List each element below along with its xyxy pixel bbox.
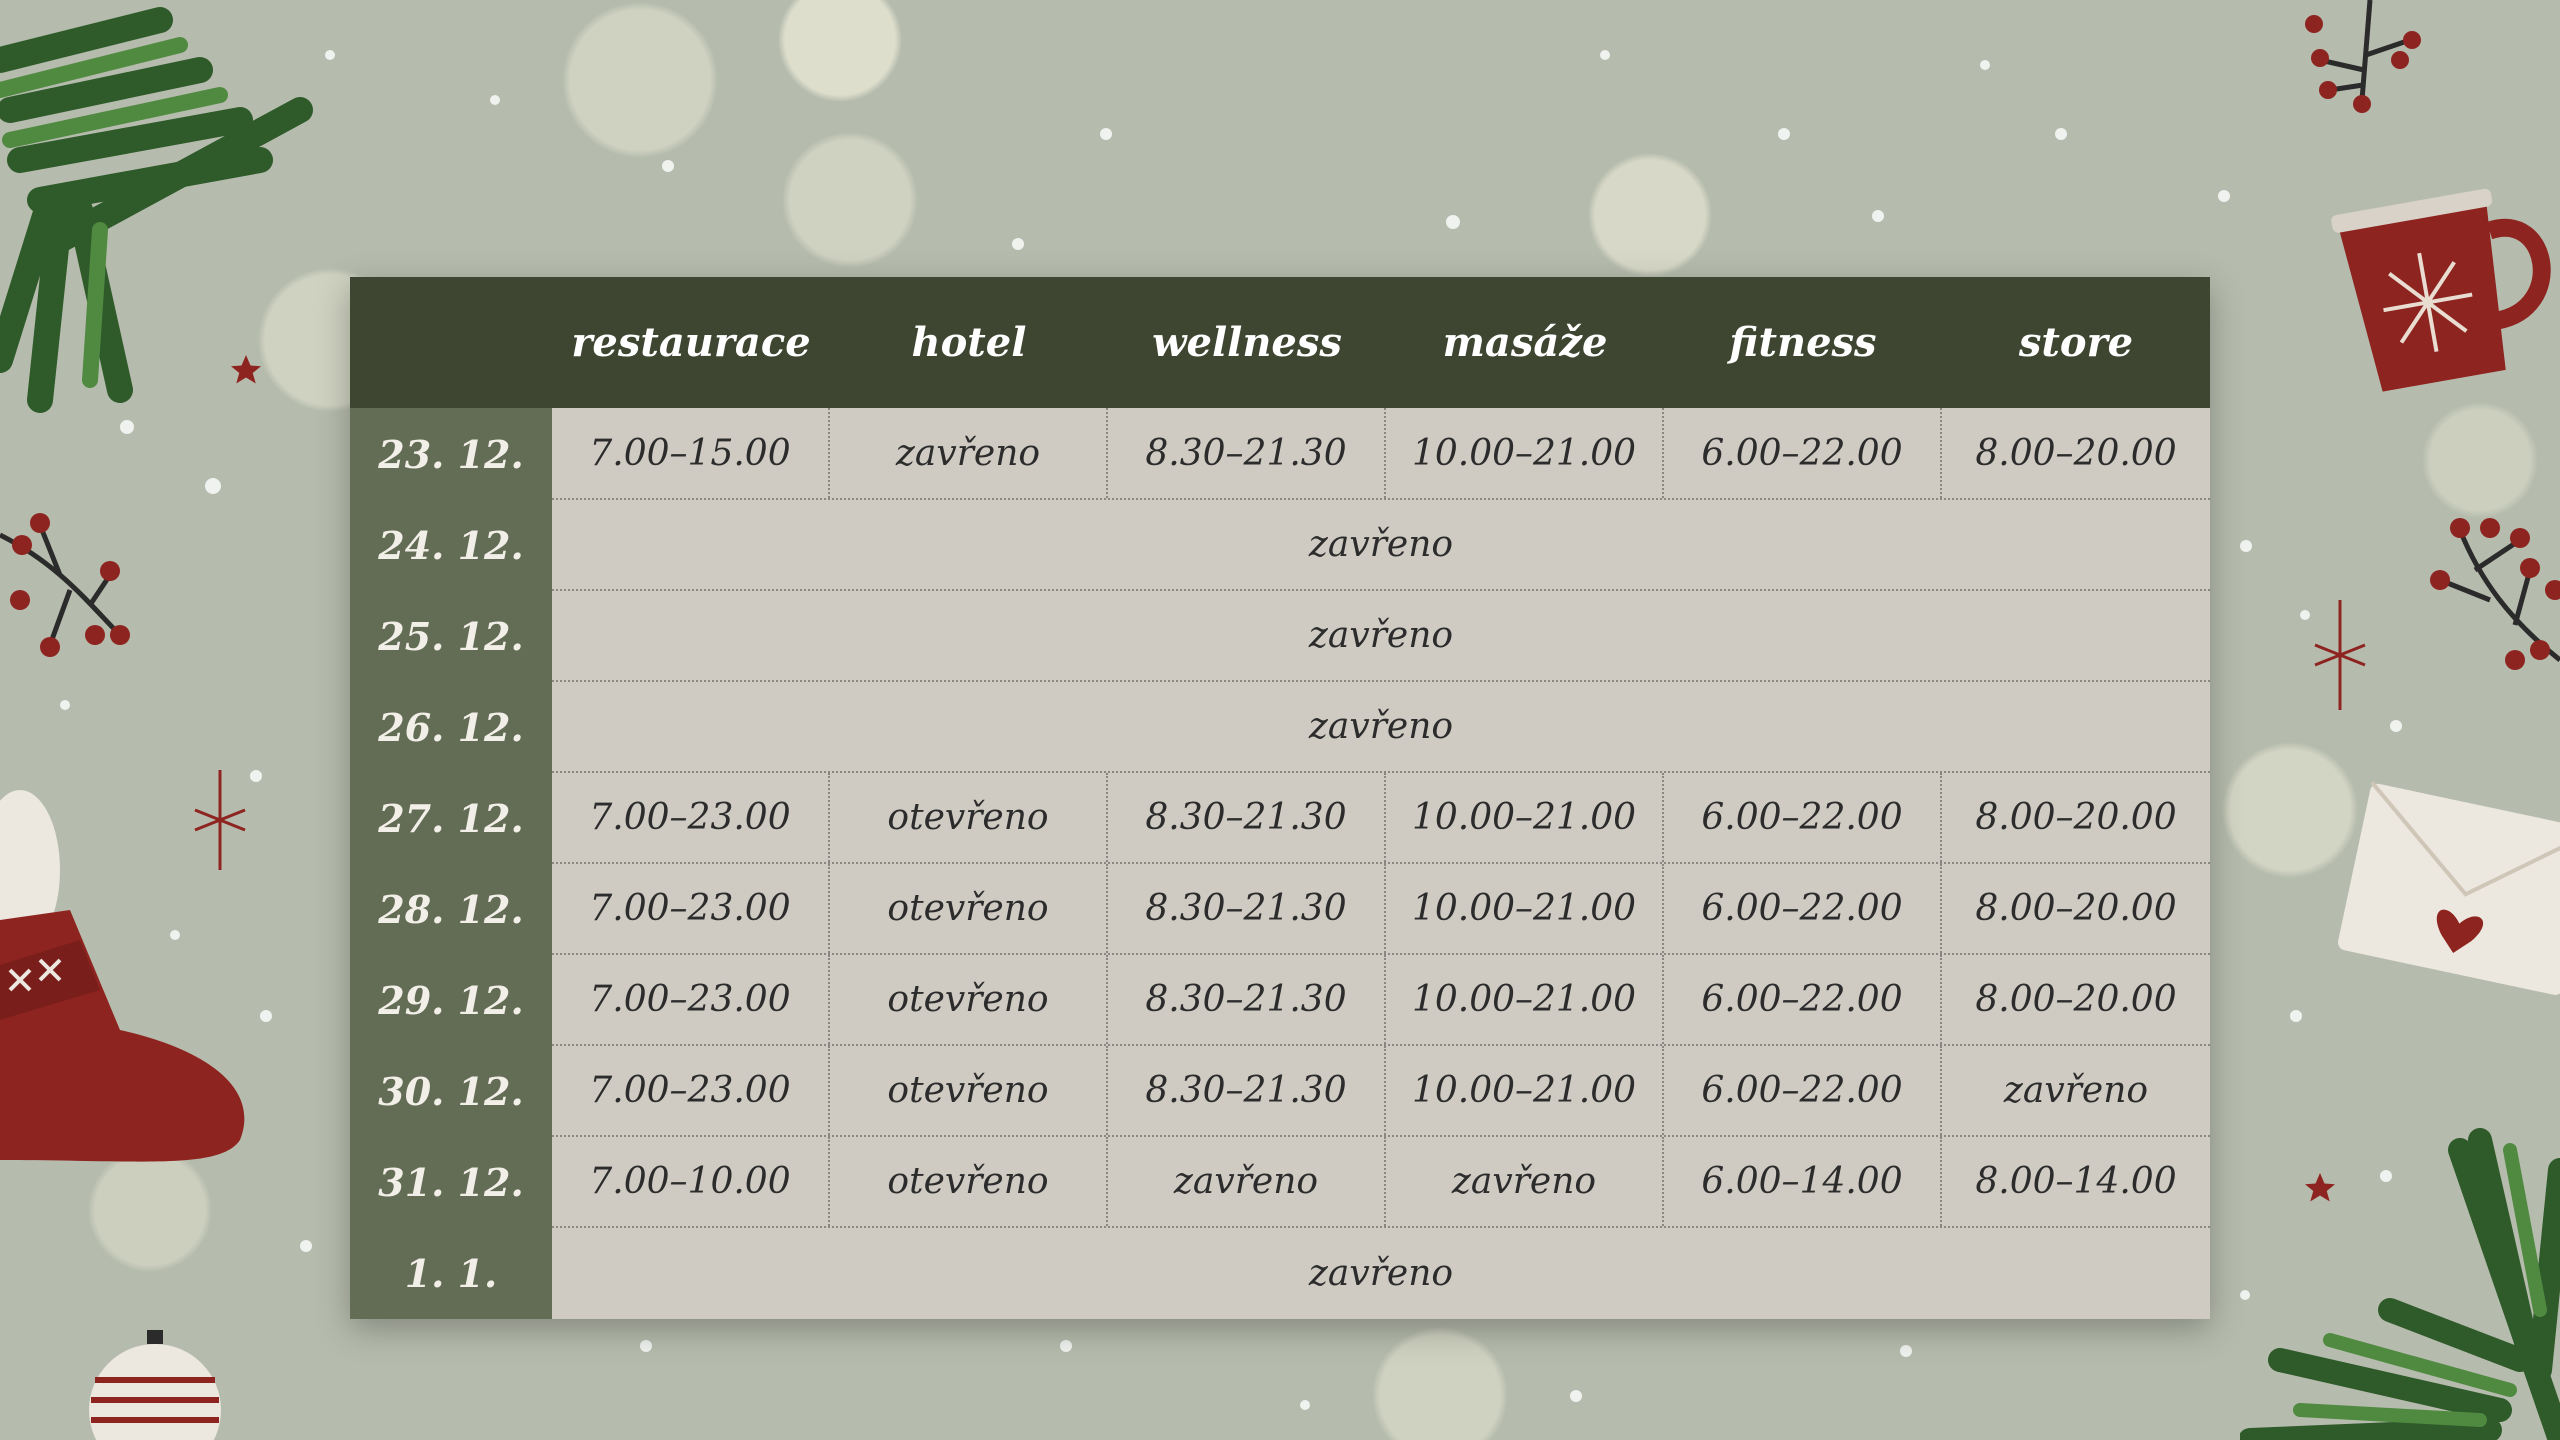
berry-sprig-top-right [2305, 0, 2421, 113]
hours-cell: zavřeno [1386, 1137, 1664, 1226]
table-row: 26. 12. zavřeno [350, 682, 2210, 773]
table-row: 30. 12. 7.00–23.00 otevřeno 8.30–21.30 1… [350, 1046, 2210, 1137]
hours-cell: 7.00–10.00 [552, 1137, 830, 1226]
table-row: 28. 12. 7.00–23.00 otevřeno 8.30–21.30 1… [350, 864, 2210, 955]
table-row: 27. 12. 7.00–23.00 otevřeno 8.30–21.30 1… [350, 773, 2210, 864]
table-row: 29. 12. 7.00–23.00 otevřeno 8.30–21.30 1… [350, 955, 2210, 1046]
hours-cell: 6.00–22.00 [1664, 408, 1942, 498]
hours-cell: 8.30–21.30 [1108, 955, 1386, 1044]
hours-cell: 10.00–21.00 [1386, 955, 1664, 1044]
hours-cell: otevřeno [830, 773, 1108, 862]
hours-cell: 7.00–15.00 [552, 408, 830, 498]
berry-sprig-left [0, 513, 130, 657]
hours-cell: 8.00–20.00 [1975, 979, 2177, 1020]
pine-branch-top-left [0, 7, 313, 413]
hours-cell: zavřeno [2003, 1070, 2149, 1111]
hours-cell: 10.00–21.00 [1386, 773, 1664, 862]
hours-cell: 8.00–14.00 [1975, 1161, 2177, 1202]
hours-cell: 6.00–22.00 [1664, 864, 1942, 953]
red-sock [0, 790, 245, 1162]
star-icon [231, 355, 261, 384]
hours-cell: zavřeno [1108, 1137, 1386, 1226]
row-date: 24. 12. [350, 500, 552, 591]
closed-all-day: zavřeno [1308, 524, 1454, 565]
hours-cell: 7.00–23.00 [552, 864, 830, 953]
row-date: 31. 12. [350, 1137, 552, 1228]
column-header-fitness: fitness [1729, 319, 1877, 366]
hours-cell: 8.30–21.30 [1108, 773, 1386, 862]
row-date: 26. 12. [350, 682, 552, 773]
hours-cell: 8.00–20.00 [1975, 432, 2177, 474]
row-date: 1. 1. [350, 1228, 552, 1319]
hours-cell: 7.00–23.00 [552, 1046, 830, 1135]
hours-cell: otevřeno [830, 1046, 1108, 1135]
table-row: 24. 12. zavřeno [350, 500, 2210, 591]
ornament-bauble [89, 1330, 221, 1440]
hours-cell: otevřeno [830, 864, 1108, 953]
closed-all-day: zavřeno [1308, 1253, 1454, 1294]
hours-cell: 8.30–21.30 [1108, 408, 1386, 498]
sparkle-right [2314, 600, 2366, 710]
table-row: 31. 12. 7.00–10.00 otevřeno zavřeno zavř… [350, 1137, 2210, 1228]
row-date: 25. 12. [350, 591, 552, 682]
hours-cell: 10.00–21.00 [1386, 864, 1664, 953]
table-row: 23. 12. 7.00–15.00 zavřeno 8.30–21.30 10… [350, 408, 2210, 500]
pine-branch-bottom-right [2240, 1128, 2560, 1440]
hours-cell: otevřeno [830, 955, 1108, 1044]
row-date: 23. 12. [350, 408, 552, 500]
row-date: 30. 12. [350, 1046, 552, 1137]
header-corner [350, 277, 552, 408]
hours-cell: 7.00–23.00 [552, 955, 830, 1044]
column-header-masaze: masáže [1442, 319, 1608, 366]
hours-cell: zavřeno [830, 408, 1108, 498]
hours-cell: 6.00–22.00 [1664, 1046, 1942, 1135]
hours-cell: 10.00–21.00 [1386, 1046, 1664, 1135]
hours-cell: 8.00–20.00 [1975, 797, 2177, 838]
hours-cell: 10.00–21.00 [1386, 408, 1664, 498]
hours-cell: 7.00–23.00 [552, 773, 830, 862]
column-header-hotel: hotel [911, 319, 1027, 366]
hours-cell: 6.00–14.00 [1664, 1137, 1942, 1226]
hours-cell: 6.00–22.00 [1664, 773, 1942, 862]
hours-cell: 8.30–21.30 [1108, 864, 1386, 953]
opening-hours-table: restaurace hotel wellness masáže fitness… [350, 277, 2210, 1319]
closed-all-day: zavřeno [1308, 615, 1454, 656]
closed-all-day: zavřeno [1308, 706, 1454, 747]
row-date: 28. 12. [350, 864, 552, 955]
column-header-store: store [2018, 319, 2134, 366]
column-header-restaurace: restaurace [571, 319, 811, 366]
berry-sprig-right [2430, 518, 2560, 670]
table-row: 25. 12. zavřeno [350, 591, 2210, 682]
table-row: 1. 1. zavřeno [350, 1228, 2210, 1319]
table-header: restaurace hotel wellness masáže fitness… [350, 277, 2210, 408]
row-date: 29. 12. [350, 955, 552, 1046]
row-date: 27. 12. [350, 773, 552, 864]
hours-cell: otevřeno [830, 1137, 1108, 1226]
hours-cell: 8.00–20.00 [1975, 888, 2177, 929]
column-header-wellness: wellness [1152, 319, 1342, 366]
envelope-with-heart [2337, 781, 2560, 995]
mug-with-snowflake [2331, 188, 2551, 392]
hours-cell: 6.00–22.00 [1664, 955, 1942, 1044]
hours-cell: 8.30–21.30 [1108, 1046, 1386, 1135]
